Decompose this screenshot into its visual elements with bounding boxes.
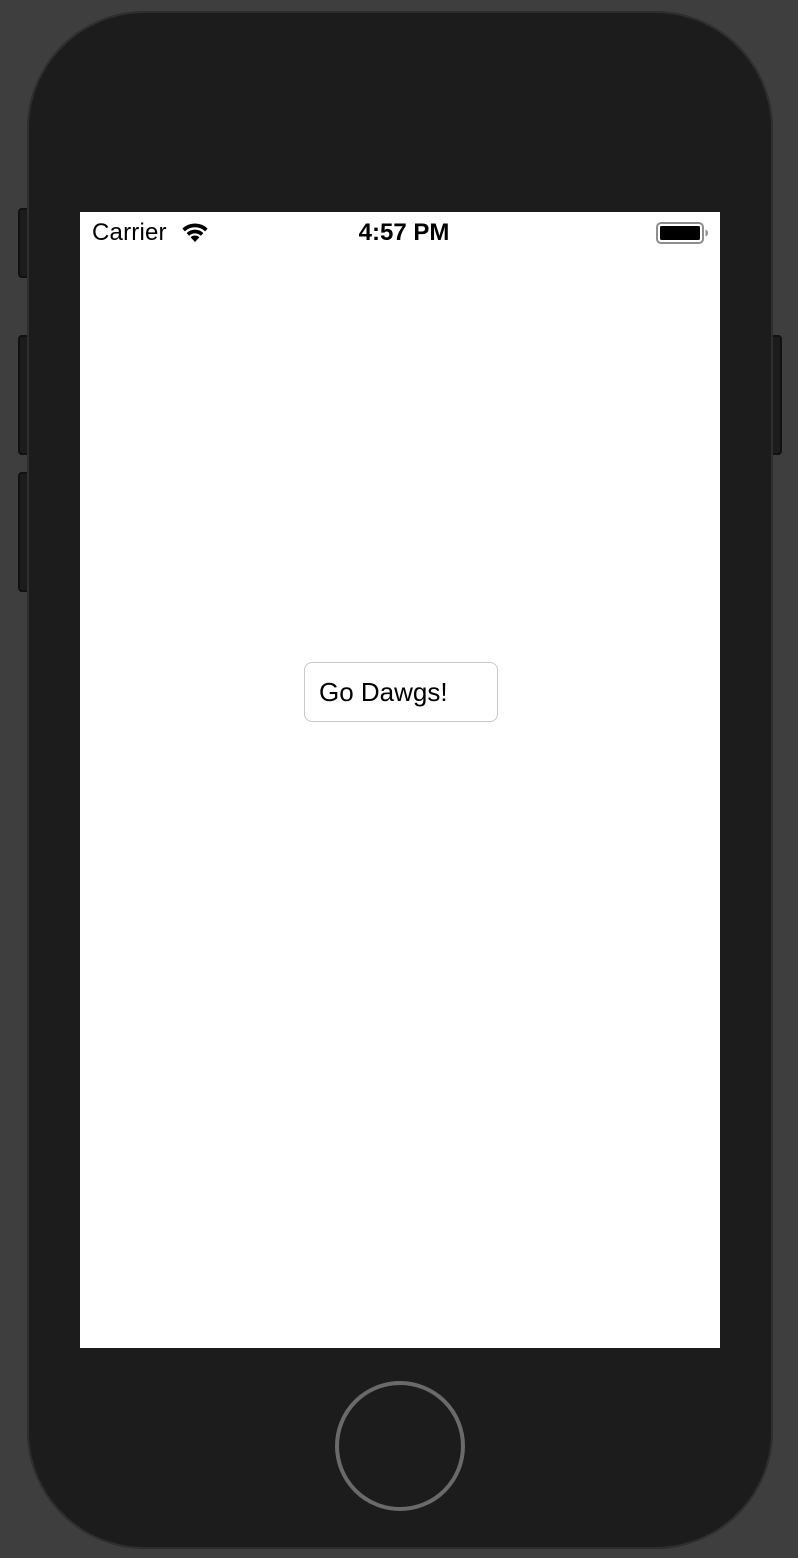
go-dawgs-button[interactable]: Go Dawgs! [304, 662, 498, 722]
status-time: 4:57 PM [358, 219, 450, 246]
home-button[interactable] [335, 1381, 465, 1511]
status-bar: Carrier 4:57 PM [80, 212, 720, 252]
battery-full-icon [656, 222, 710, 244]
device-screen: Carrier 4:57 PM Go Dawgs! [80, 212, 720, 1348]
